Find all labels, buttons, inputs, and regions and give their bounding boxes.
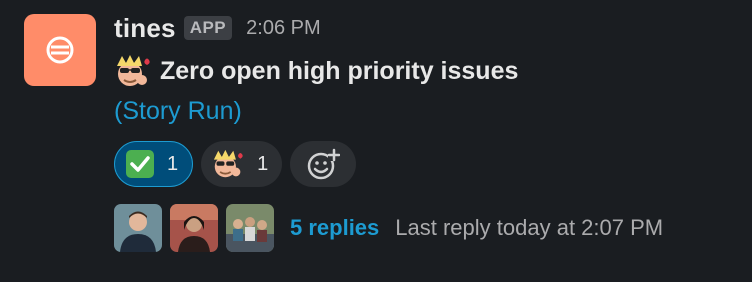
message-content: tines APP 2:06 PM Zero open high priorit… bbox=[114, 10, 742, 254]
replies-link[interactable]: 5 replies bbox=[290, 215, 379, 241]
check-mark-emoji-icon bbox=[126, 150, 154, 178]
guy-fieri-emoji-icon bbox=[214, 149, 243, 178]
add-reaction-button[interactable] bbox=[290, 141, 357, 187]
tines-app-avatar[interactable] bbox=[24, 14, 96, 86]
add-reaction-icon bbox=[308, 148, 341, 180]
message-body: Zero open high priority issues bbox=[114, 50, 742, 92]
user-avatar-3[interactable] bbox=[226, 204, 274, 252]
story-run-link[interactable]: (Story Run) bbox=[114, 97, 242, 126]
thread-summary[interactable]: 5 replies Last reply today at 2:07 PM bbox=[114, 202, 742, 254]
reactions-bar: 1 1 bbox=[114, 140, 742, 188]
user-avatar-1[interactable] bbox=[114, 204, 162, 252]
slack-message[interactable]: tines APP 2:06 PM Zero open high priorit… bbox=[0, 0, 752, 282]
reaction-check-mark[interactable]: 1 bbox=[114, 141, 194, 187]
message-text: Zero open high priority issues bbox=[160, 56, 519, 85]
user-avatar-2[interactable] bbox=[170, 204, 218, 252]
sender-name[interactable]: tines bbox=[114, 13, 176, 44]
tines-logo-icon bbox=[46, 36, 74, 64]
guy-fieri-emoji bbox=[117, 55, 150, 86]
last-reply-text: Last reply today at 2:07 PM bbox=[395, 215, 664, 240]
link-row: (Story Run) bbox=[114, 92, 742, 130]
reaction-count: 1 bbox=[167, 152, 179, 175]
reaction-count: 1 bbox=[257, 152, 269, 175]
message-timestamp[interactable]: 2:06 PM bbox=[246, 17, 320, 40]
message-header: tines APP 2:06 PM bbox=[114, 10, 742, 46]
reaction-guy-fieri[interactable]: 1 bbox=[201, 141, 283, 187]
app-badge: APP bbox=[183, 16, 233, 40]
